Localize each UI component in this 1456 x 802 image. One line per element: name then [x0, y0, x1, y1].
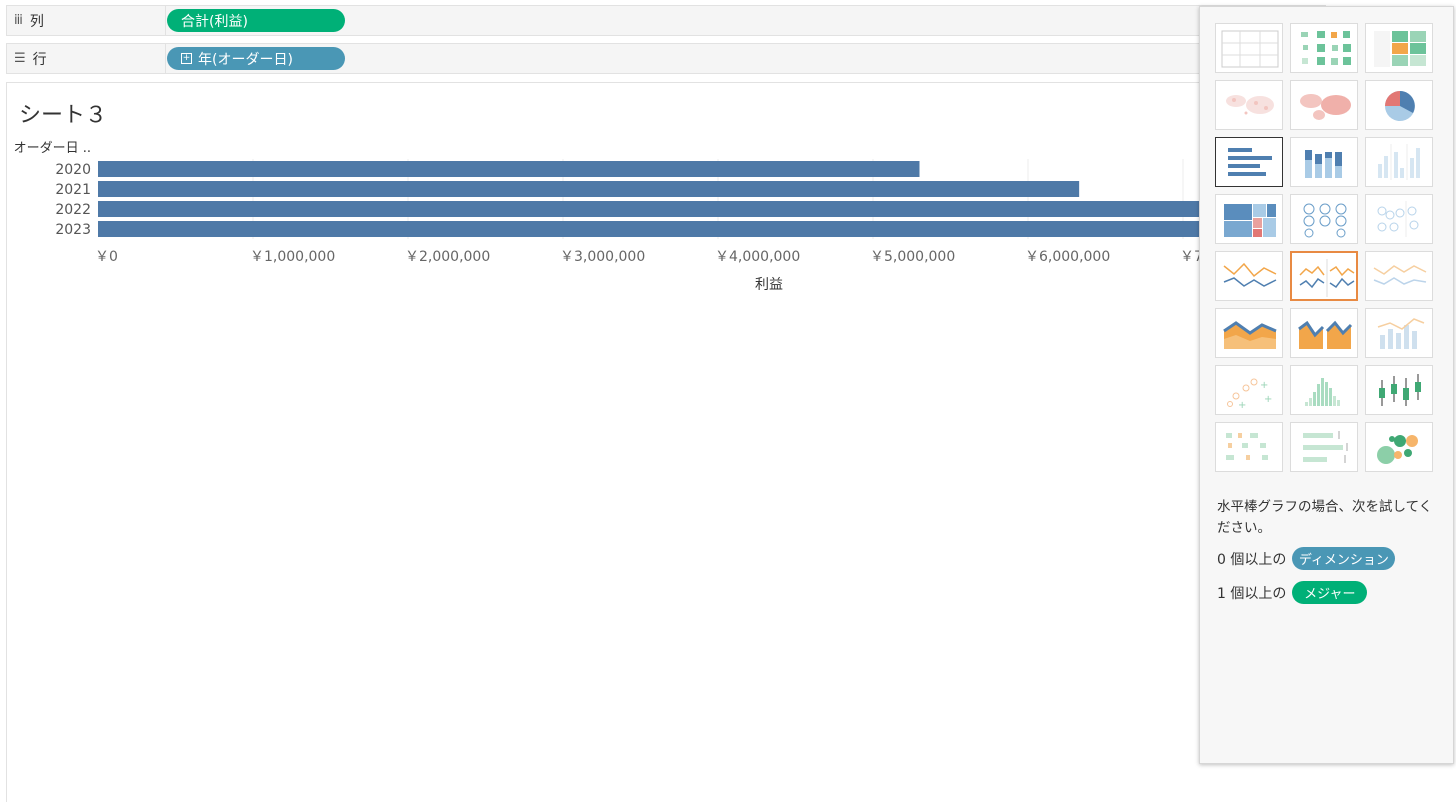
- chart-type-highlight-table-icon[interactable]: [1365, 23, 1433, 73]
- columns-shelf[interactable]: iii 列 合計(利益): [6, 5, 1326, 36]
- chart-type-dual-lines-icon[interactable]: [1365, 251, 1433, 301]
- bar-chart[interactable]: オーダー日 .. 2020 2021 2022 2023￥0 ￥1,000,000 ￥2,0…: [7, 83, 1201, 313]
- chart-type-discrete-lines-icon[interactable]: [1290, 251, 1358, 301]
- rows-label-text: 行: [32, 51, 47, 68]
- dimension-pill-text: 年(オーダー日): [198, 51, 293, 68]
- bar[interactable]: [98, 181, 1080, 197]
- chart-type-symbol-map-icon[interactable]: [1215, 80, 1283, 130]
- rows-shelf[interactable]: ☰ 行 + 年(オーダー日): [6, 43, 1326, 74]
- x-axis-title: 利益: [755, 277, 783, 293]
- x-tick-label: ￥6,000,000: [1025, 249, 1110, 265]
- x-tick-label: ￥2,000,000: [405, 249, 490, 265]
- chart-type-heat-map-icon[interactable]: [1290, 23, 1358, 73]
- chart-type-text-table-icon[interactable]: [1215, 23, 1283, 73]
- chart-type-pie-chart-icon[interactable]: [1365, 80, 1433, 130]
- chart-type-dual-combination-icon[interactable]: [1365, 308, 1433, 358]
- x-tick-label: ￥1,000,000: [250, 249, 335, 265]
- chart-type-continuous-lines-icon[interactable]: [1215, 251, 1283, 301]
- x-tick-label: ￥5,000,000: [870, 249, 955, 265]
- chart-type-horizontal-bars-icon[interactable]: [1215, 137, 1283, 187]
- chart-type-discrete-area-icon[interactable]: [1290, 308, 1358, 358]
- category-label: 2021: [55, 182, 91, 198]
- svg-text:+: +: [1238, 400, 1246, 411]
- show-me-panel: + + + 水平棒グラフの場合、次を試してください。 0 個以上の ディメンション …: [1199, 6, 1454, 764]
- columns-icon: iii: [14, 13, 23, 28]
- svg-text:+: +: [1264, 394, 1272, 405]
- dimension-requirement: 0 個以上の ディメンション: [1217, 547, 1396, 570]
- measure-pill-text: 合計(利益): [181, 13, 248, 30]
- show-me-hint: 水平棒グラフの場合、次を試してください。: [1217, 499, 1433, 536]
- x-tick-label: ￥7,000,0: [1180, 249, 1201, 265]
- category-label: 2022: [55, 202, 91, 218]
- chart-type-box-and-whisker-icon[interactable]: [1365, 365, 1433, 415]
- measure-pill-sum-profit[interactable]: 合計(利益): [167, 9, 345, 32]
- row-header-label: オーダー日 ..: [14, 141, 91, 156]
- chart-type-circle-views-icon[interactable]: [1290, 194, 1358, 244]
- chart-type-scatter-plot-icon[interactable]: + + +: [1215, 365, 1283, 415]
- chart-type-bullet-graph-icon[interactable]: [1290, 422, 1358, 472]
- dimension-chip: ディメンション: [1292, 547, 1396, 570]
- measure-chip: メジャー: [1292, 581, 1368, 604]
- view-canvas[interactable]: シート３ オーダー日 .. 2020 2021 2022 2023 ￥0 ￥1,000,00…: [6, 82, 1201, 802]
- chart-type-filled-map-icon[interactable]: [1290, 80, 1358, 130]
- dimension-pill-order-year[interactable]: + 年(オーダー日): [167, 47, 345, 70]
- chart-type-packed-bubbles-icon[interactable]: [1365, 422, 1433, 472]
- measure-requirement: 1 個以上の メジャー: [1217, 581, 1368, 604]
- bar[interactable]: [98, 161, 920, 177]
- dimension-req-prefix: 0 個以上の: [1217, 551, 1287, 568]
- expand-plus-icon[interactable]: +: [181, 53, 192, 64]
- columns-label-text: 列: [29, 13, 44, 30]
- chart-type-stacked-bars-icon[interactable]: [1290, 137, 1358, 187]
- chart-type-side-by-side-circles-icon[interactable]: [1365, 194, 1433, 244]
- chart-type-gantt-chart-icon[interactable]: [1215, 422, 1283, 472]
- chart-type-side-by-side-bars-icon[interactable]: [1365, 137, 1433, 187]
- bar[interactable]: [98, 221, 1201, 237]
- chart-type-histogram-icon[interactable]: [1290, 365, 1358, 415]
- category-label: 2020: [55, 162, 91, 178]
- columns-shelf-label: iii 列: [7, 6, 166, 35]
- svg-text:+: +: [1260, 380, 1268, 391]
- x-tick-label: ￥3,000,000: [560, 249, 645, 265]
- bar[interactable]: [98, 201, 1201, 217]
- chart-type-treemap-icon[interactable]: [1215, 194, 1283, 244]
- category-label: 2023: [55, 222, 91, 238]
- chart-type-continuous-area-icon[interactable]: [1215, 308, 1283, 358]
- x-tick-label: ￥0: [95, 249, 118, 265]
- x-tick-label: ￥4,000,000: [715, 249, 800, 265]
- rows-shelf-label: ☰ 行: [7, 44, 166, 73]
- rows-icon: ☰: [14, 51, 26, 66]
- measure-req-prefix: 1 個以上の: [1217, 585, 1287, 602]
